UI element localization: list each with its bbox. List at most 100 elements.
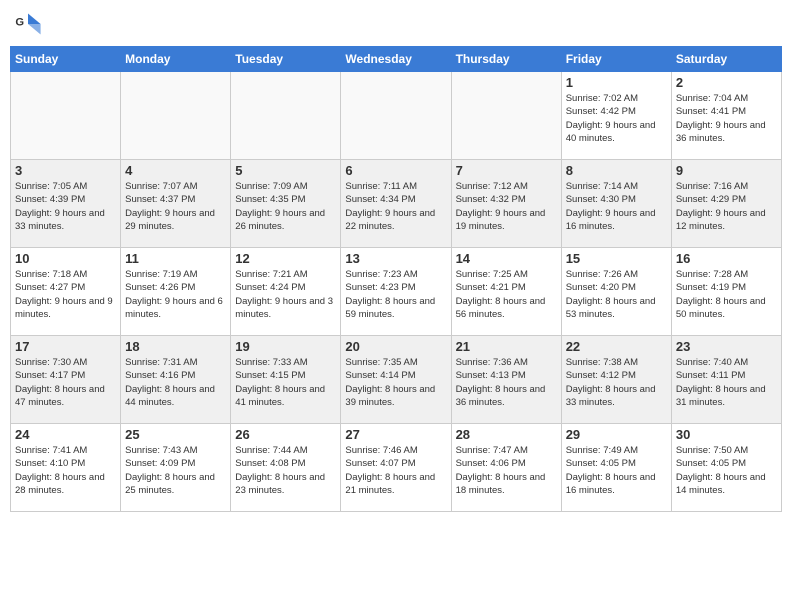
calendar-cell: 19 Sunrise: 7:33 AMSunset: 4:15 PMDayligh… bbox=[231, 336, 341, 424]
day-info: Sunrise: 7:14 AMSunset: 4:30 PMDaylight:… bbox=[566, 180, 667, 233]
day-number: 16 bbox=[676, 251, 777, 266]
calendar-cell: 10 Sunrise: 7:18 AMSunset: 4:27 PMDayligh… bbox=[11, 248, 121, 336]
calendar-cell: 6Sunrise: 7:11 AMSunset: 4:34 PMDaylight… bbox=[341, 160, 451, 248]
day-number: 26 bbox=[235, 427, 336, 442]
calendar-week-row: 1Sunrise: 7:02 AMSunset: 4:42 PMDaylight… bbox=[11, 72, 782, 160]
day-number: 12 bbox=[235, 251, 336, 266]
calendar-header-saturday: Saturday bbox=[671, 47, 781, 72]
day-info: Sunrise: 7:26 AMSunset: 4:20 PMDaylight:… bbox=[566, 268, 667, 321]
calendar-header-sunday: Sunday bbox=[11, 47, 121, 72]
day-number: 28 bbox=[456, 427, 557, 442]
calendar-cell bbox=[451, 72, 561, 160]
page-header: G bbox=[10, 10, 782, 38]
day-number: 27 bbox=[345, 427, 446, 442]
calendar-cell bbox=[11, 72, 121, 160]
day-info: Sunrise: 7:40 AMSunset: 4:11 PMDaylight:… bbox=[676, 356, 777, 409]
day-number: 10 bbox=[15, 251, 116, 266]
day-number: 7 bbox=[456, 163, 557, 178]
logo: G bbox=[14, 10, 46, 38]
day-info: Sunrise: 7:28 AMSunset: 4:19 PMDaylight:… bbox=[676, 268, 777, 321]
day-number: 3 bbox=[15, 163, 116, 178]
day-number: 30 bbox=[676, 427, 777, 442]
calendar-cell: 5Sunrise: 7:09 AMSunset: 4:35 PMDaylight… bbox=[231, 160, 341, 248]
day-number: 24 bbox=[15, 427, 116, 442]
calendar-week-row: 24 Sunrise: 7:41 AMSunset: 4:10 PMDayligh… bbox=[11, 424, 782, 512]
calendar-cell: 20 Sunrise: 7:35 AMSunset: 4:14 PMDayligh… bbox=[341, 336, 451, 424]
day-info: Sunrise: 7:25 AMSunset: 4:21 PMDaylight:… bbox=[456, 268, 557, 321]
day-info: Sunrise: 7:07 AMSunset: 4:37 PMDaylight:… bbox=[125, 180, 226, 233]
day-info: Sunrise: 7:50 AMSunset: 4:05 PMDaylight:… bbox=[676, 444, 777, 497]
day-info: Sunrise: 7:18 AMSunset: 4:27 PMDaylight:… bbox=[15, 268, 116, 321]
calendar-cell: 12 Sunrise: 7:21 AMSunset: 4:24 PMDayligh… bbox=[231, 248, 341, 336]
day-info: Sunrise: 7:44 AMSunset: 4:08 PMDaylight:… bbox=[235, 444, 336, 497]
day-number: 1 bbox=[566, 75, 667, 90]
calendar-cell: 27 Sunrise: 7:46 AMSunset: 4:07 PMDayligh… bbox=[341, 424, 451, 512]
day-info: Sunrise: 7:16 AMSunset: 4:29 PMDaylight:… bbox=[676, 180, 777, 233]
calendar-week-row: 3 Sunrise: 7:05 AMSunset: 4:39 PMDaylight… bbox=[11, 160, 782, 248]
calendar-cell: 3 Sunrise: 7:05 AMSunset: 4:39 PMDaylight… bbox=[11, 160, 121, 248]
day-number: 20 bbox=[345, 339, 446, 354]
day-info: Sunrise: 7:30 AMSunset: 4:17 PMDaylight:… bbox=[15, 356, 116, 409]
calendar-cell bbox=[121, 72, 231, 160]
calendar-cell: 18 Sunrise: 7:31 AMSunset: 4:16 PMDayligh… bbox=[121, 336, 231, 424]
day-number: 2 bbox=[676, 75, 777, 90]
day-info: Sunrise: 7:21 AMSunset: 4:24 PMDaylight:… bbox=[235, 268, 336, 321]
day-number: 11 bbox=[125, 251, 226, 266]
calendar-cell: 7 Sunrise: 7:12 AMSunset: 4:32 PMDaylight… bbox=[451, 160, 561, 248]
calendar-week-row: 17 Sunrise: 7:30 AMSunset: 4:17 PMDayligh… bbox=[11, 336, 782, 424]
calendar-cell: 13Sunrise: 7:23 AMSunset: 4:23 PMDayligh… bbox=[341, 248, 451, 336]
day-info: Sunrise: 7:47 AMSunset: 4:06 PMDaylight:… bbox=[456, 444, 557, 497]
day-number: 14 bbox=[456, 251, 557, 266]
day-number: 23 bbox=[676, 339, 777, 354]
day-info: Sunrise: 7:41 AMSunset: 4:10 PMDaylight:… bbox=[15, 444, 116, 497]
day-number: 4 bbox=[125, 163, 226, 178]
day-info: Sunrise: 7:12 AMSunset: 4:32 PMDaylight:… bbox=[456, 180, 557, 233]
day-info: Sunrise: 7:43 AMSunset: 4:09 PMDaylight:… bbox=[125, 444, 226, 497]
day-number: 22 bbox=[566, 339, 667, 354]
calendar-cell: 23 Sunrise: 7:40 AMSunset: 4:11 PMDayligh… bbox=[671, 336, 781, 424]
calendar-header-tuesday: Tuesday bbox=[231, 47, 341, 72]
calendar-cell: 2 Sunrise: 7:04 AMSunset: 4:41 PMDaylight… bbox=[671, 72, 781, 160]
day-info: Sunrise: 7:05 AMSunset: 4:39 PMDaylight:… bbox=[15, 180, 116, 233]
day-number: 17 bbox=[15, 339, 116, 354]
svg-text:G: G bbox=[15, 16, 24, 28]
day-info: Sunrise: 7:46 AMSunset: 4:07 PMDaylight:… bbox=[345, 444, 446, 497]
calendar-header-thursday: Thursday bbox=[451, 47, 561, 72]
calendar-cell: 16 Sunrise: 7:28 AMSunset: 4:19 PMDayligh… bbox=[671, 248, 781, 336]
day-number: 25 bbox=[125, 427, 226, 442]
day-info: Sunrise: 7:31 AMSunset: 4:16 PMDaylight:… bbox=[125, 356, 226, 409]
calendar-header-row: SundayMondayTuesdayWednesdayThursdayFrid… bbox=[11, 47, 782, 72]
calendar-header-friday: Friday bbox=[561, 47, 671, 72]
day-number: 13 bbox=[345, 251, 446, 266]
day-info: Sunrise: 7:33 AMSunset: 4:15 PMDaylight:… bbox=[235, 356, 336, 409]
day-info: Sunrise: 7:04 AMSunset: 4:41 PMDaylight:… bbox=[676, 92, 777, 145]
calendar-cell: 26 Sunrise: 7:44 AMSunset: 4:08 PMDayligh… bbox=[231, 424, 341, 512]
day-number: 21 bbox=[456, 339, 557, 354]
calendar-cell: 21 Sunrise: 7:36 AMSunset: 4:13 PMDayligh… bbox=[451, 336, 561, 424]
day-number: 6 bbox=[345, 163, 446, 178]
day-number: 29 bbox=[566, 427, 667, 442]
calendar-cell: 1Sunrise: 7:02 AMSunset: 4:42 PMDaylight… bbox=[561, 72, 671, 160]
calendar-header-monday: Monday bbox=[121, 47, 231, 72]
day-info: Sunrise: 7:35 AMSunset: 4:14 PMDaylight:… bbox=[345, 356, 446, 409]
day-number: 9 bbox=[676, 163, 777, 178]
calendar-cell: 15Sunrise: 7:26 AMSunset: 4:20 PMDayligh… bbox=[561, 248, 671, 336]
calendar-cell: 14 Sunrise: 7:25 AMSunset: 4:21 PMDayligh… bbox=[451, 248, 561, 336]
day-number: 5 bbox=[235, 163, 336, 178]
calendar-cell: 22 Sunrise: 7:38 AMSunset: 4:12 PMDayligh… bbox=[561, 336, 671, 424]
calendar-cell: 17 Sunrise: 7:30 AMSunset: 4:17 PMDayligh… bbox=[11, 336, 121, 424]
day-info: Sunrise: 7:19 AMSunset: 4:26 PMDaylight:… bbox=[125, 268, 226, 321]
calendar-cell: 4 Sunrise: 7:07 AMSunset: 4:37 PMDaylight… bbox=[121, 160, 231, 248]
day-number: 19 bbox=[235, 339, 336, 354]
calendar-header-wednesday: Wednesday bbox=[341, 47, 451, 72]
calendar-cell: 30 Sunrise: 7:50 AMSunset: 4:05 PMDayligh… bbox=[671, 424, 781, 512]
calendar-cell bbox=[231, 72, 341, 160]
day-number: 18 bbox=[125, 339, 226, 354]
calendar-cell: 9 Sunrise: 7:16 AMSunset: 4:29 PMDaylight… bbox=[671, 160, 781, 248]
day-info: Sunrise: 7:36 AMSunset: 4:13 PMDaylight:… bbox=[456, 356, 557, 409]
day-info: Sunrise: 7:38 AMSunset: 4:12 PMDaylight:… bbox=[566, 356, 667, 409]
day-info: Sunrise: 7:49 AMSunset: 4:05 PMDaylight:… bbox=[566, 444, 667, 497]
calendar-cell: 28 Sunrise: 7:47 AMSunset: 4:06 PMDayligh… bbox=[451, 424, 561, 512]
calendar-cell bbox=[341, 72, 451, 160]
calendar-cell: 11 Sunrise: 7:19 AMSunset: 4:26 PMDayligh… bbox=[121, 248, 231, 336]
